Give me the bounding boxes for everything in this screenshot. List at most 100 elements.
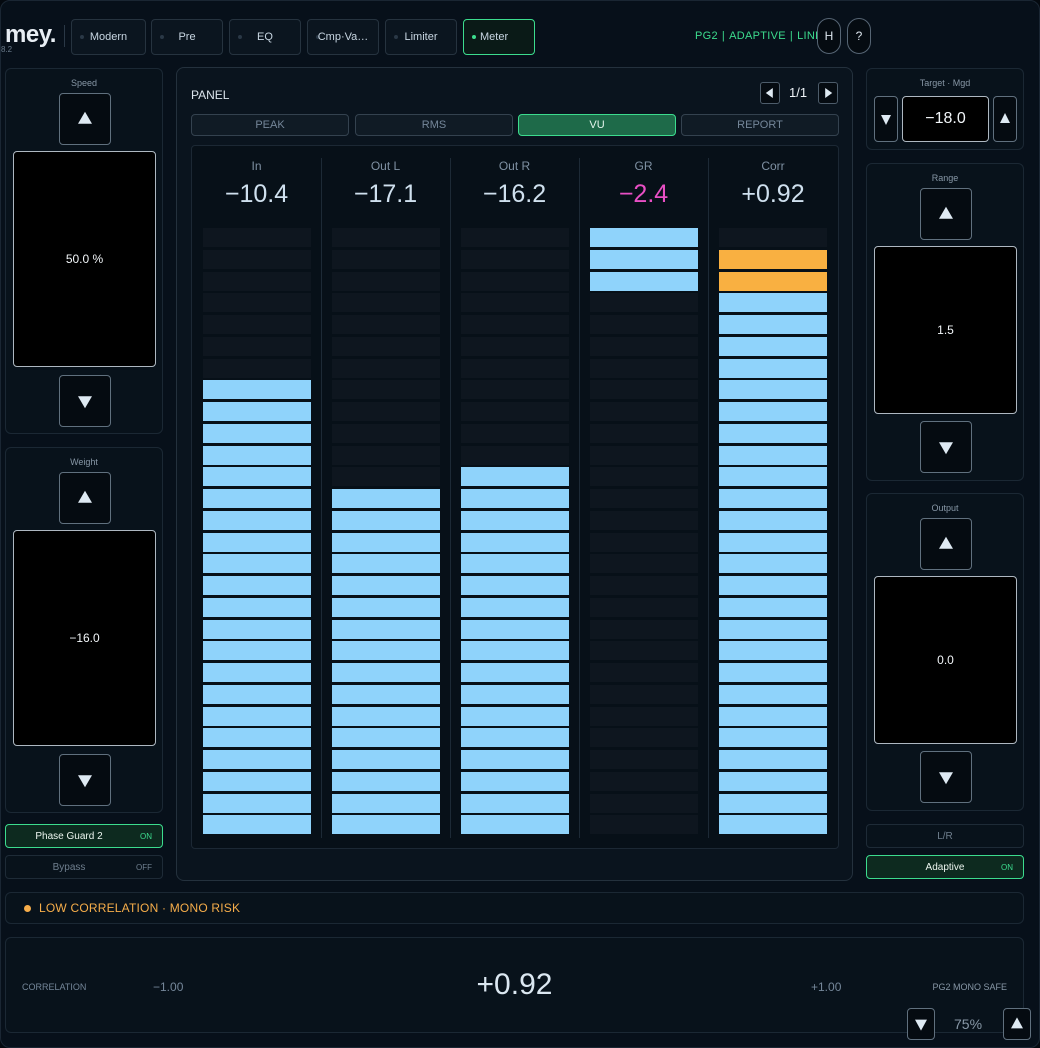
meter-segment bbox=[332, 315, 440, 334]
panel-title: PANEL bbox=[191, 88, 230, 102]
tab-label: Cmp·Va… bbox=[317, 31, 369, 43]
adaptive-toggle[interactable]: Adaptive ON bbox=[866, 855, 1024, 879]
output-up-button[interactable] bbox=[920, 518, 972, 570]
meter-panel: PANEL 1/1 PEAK RMS VU REPORT In −10.4 Ou… bbox=[176, 67, 853, 881]
meter-segment bbox=[332, 771, 440, 791]
warning-bar: LOW CORRELATION · MONO RISK bbox=[5, 892, 1024, 924]
meter-segment bbox=[332, 489, 440, 508]
meter-segment bbox=[461, 423, 569, 443]
speed-down-button[interactable] bbox=[59, 375, 111, 427]
meter-segment bbox=[719, 532, 827, 552]
phase-guard-toggle[interactable]: Phase Guard 2 ON bbox=[5, 824, 163, 848]
meter-segment bbox=[332, 358, 440, 378]
tab-label: Meter bbox=[480, 31, 509, 43]
meter-label: In bbox=[251, 159, 262, 173]
arrow-up-icon bbox=[78, 111, 92, 124]
meter-segment bbox=[590, 532, 698, 552]
meter-segment bbox=[332, 445, 440, 465]
tab-limiter[interactable]: Limiter bbox=[385, 19, 457, 55]
meter-segment bbox=[719, 663, 827, 682]
meter-segment bbox=[719, 293, 827, 313]
target-down-button[interactable] bbox=[874, 96, 898, 142]
tab-meter[interactable]: Meter bbox=[463, 19, 535, 55]
meter-segment bbox=[461, 489, 569, 508]
app-logo: mey. bbox=[5, 21, 56, 48]
meter-segment bbox=[461, 228, 569, 247]
meter-segment bbox=[590, 554, 698, 574]
meter-segment bbox=[590, 293, 698, 313]
warning-dot-icon bbox=[24, 905, 31, 912]
tab-pre[interactable]: Pre bbox=[151, 19, 223, 55]
mode-tab-report[interactable]: REPORT bbox=[681, 114, 839, 136]
meter-segment bbox=[590, 271, 698, 291]
arrow-left-icon bbox=[765, 88, 773, 98]
zoom-level: 75% bbox=[954, 1016, 983, 1032]
lr-toggle[interactable]: L/R bbox=[866, 824, 1024, 848]
range-value-field[interactable]: 1.5 bbox=[874, 246, 1017, 414]
meter-segment bbox=[590, 771, 698, 791]
meter-segment bbox=[719, 815, 827, 835]
meter-segment bbox=[203, 771, 311, 791]
meter-value: −16.2 bbox=[482, 180, 547, 208]
bypass-state: OFF bbox=[136, 863, 152, 872]
target-title: Target · Mgd bbox=[919, 78, 971, 88]
meter-segment bbox=[332, 597, 440, 617]
range-down-button[interactable] bbox=[920, 421, 972, 473]
meter-segment bbox=[203, 815, 311, 835]
meter-segment bbox=[719, 489, 827, 508]
meter-segment bbox=[461, 532, 569, 552]
meter-segment bbox=[332, 271, 440, 291]
zoom-in-button[interactable] bbox=[1003, 1008, 1031, 1040]
meter-gr: GR −2.4 bbox=[579, 146, 708, 848]
speed-value-field[interactable]: 50.0 % bbox=[13, 151, 156, 367]
adaptive-state: ON bbox=[1001, 863, 1013, 872]
meter-segment bbox=[590, 663, 698, 682]
meter-segment bbox=[461, 249, 569, 269]
meter-segment bbox=[590, 576, 698, 595]
arrow-right-icon bbox=[825, 88, 833, 98]
meter-segment bbox=[461, 358, 569, 378]
weight-value-field[interactable]: −16.0 bbox=[13, 530, 156, 746]
weight-up-button[interactable] bbox=[59, 472, 111, 524]
meter-segment bbox=[590, 728, 698, 748]
target-up-button[interactable] bbox=[993, 96, 1017, 142]
mode-tab-vu[interactable]: VU bbox=[518, 114, 676, 136]
tab-cmp-va[interactable]: Cmp·Va… bbox=[307, 19, 379, 55]
weight-title: Weight bbox=[70, 457, 98, 467]
meter-segment bbox=[203, 597, 311, 617]
meter-segment bbox=[719, 510, 827, 530]
arrow-up-icon bbox=[939, 536, 953, 549]
bypass-toggle[interactable]: Bypass OFF bbox=[5, 855, 163, 879]
history-button[interactable]: H bbox=[817, 18, 841, 54]
meter-segment bbox=[461, 619, 569, 639]
target-value-field[interactable]: −18.0 bbox=[902, 96, 989, 142]
meter-segment bbox=[332, 380, 440, 400]
output-down-button[interactable] bbox=[920, 751, 972, 803]
tab-eq[interactable]: EQ bbox=[229, 19, 301, 55]
tab-modern[interactable]: Modern bbox=[71, 19, 146, 55]
meter-segment bbox=[203, 402, 311, 421]
output-value-field[interactable]: 0.0 bbox=[874, 576, 1017, 744]
meter-segment bbox=[203, 423, 311, 443]
correlation-max: +1.00 bbox=[811, 980, 842, 994]
meter-segment bbox=[332, 815, 440, 835]
zoom-out-button[interactable] bbox=[907, 1008, 935, 1040]
range-up-button[interactable] bbox=[920, 188, 972, 240]
meter-segment bbox=[332, 750, 440, 769]
mode-tab-peak[interactable]: PEAK bbox=[191, 114, 349, 136]
correlation-value: +0.92 bbox=[476, 968, 553, 1001]
prev-page-button[interactable] bbox=[760, 82, 780, 104]
meter-segment bbox=[203, 358, 311, 378]
speed-up-button[interactable] bbox=[59, 93, 111, 145]
meter-segment bbox=[203, 532, 311, 552]
mode-tab-rms[interactable]: RMS bbox=[355, 114, 513, 136]
meter-segment bbox=[461, 597, 569, 617]
meter-segment bbox=[719, 336, 827, 356]
arrow-up-icon bbox=[78, 490, 92, 503]
meter-segment bbox=[203, 445, 311, 465]
weight-down-button[interactable] bbox=[59, 754, 111, 806]
meter-segment bbox=[332, 249, 440, 269]
help-button[interactable]: ? bbox=[847, 18, 871, 54]
meter-segment bbox=[719, 771, 827, 791]
next-page-button[interactable] bbox=[818, 82, 838, 104]
